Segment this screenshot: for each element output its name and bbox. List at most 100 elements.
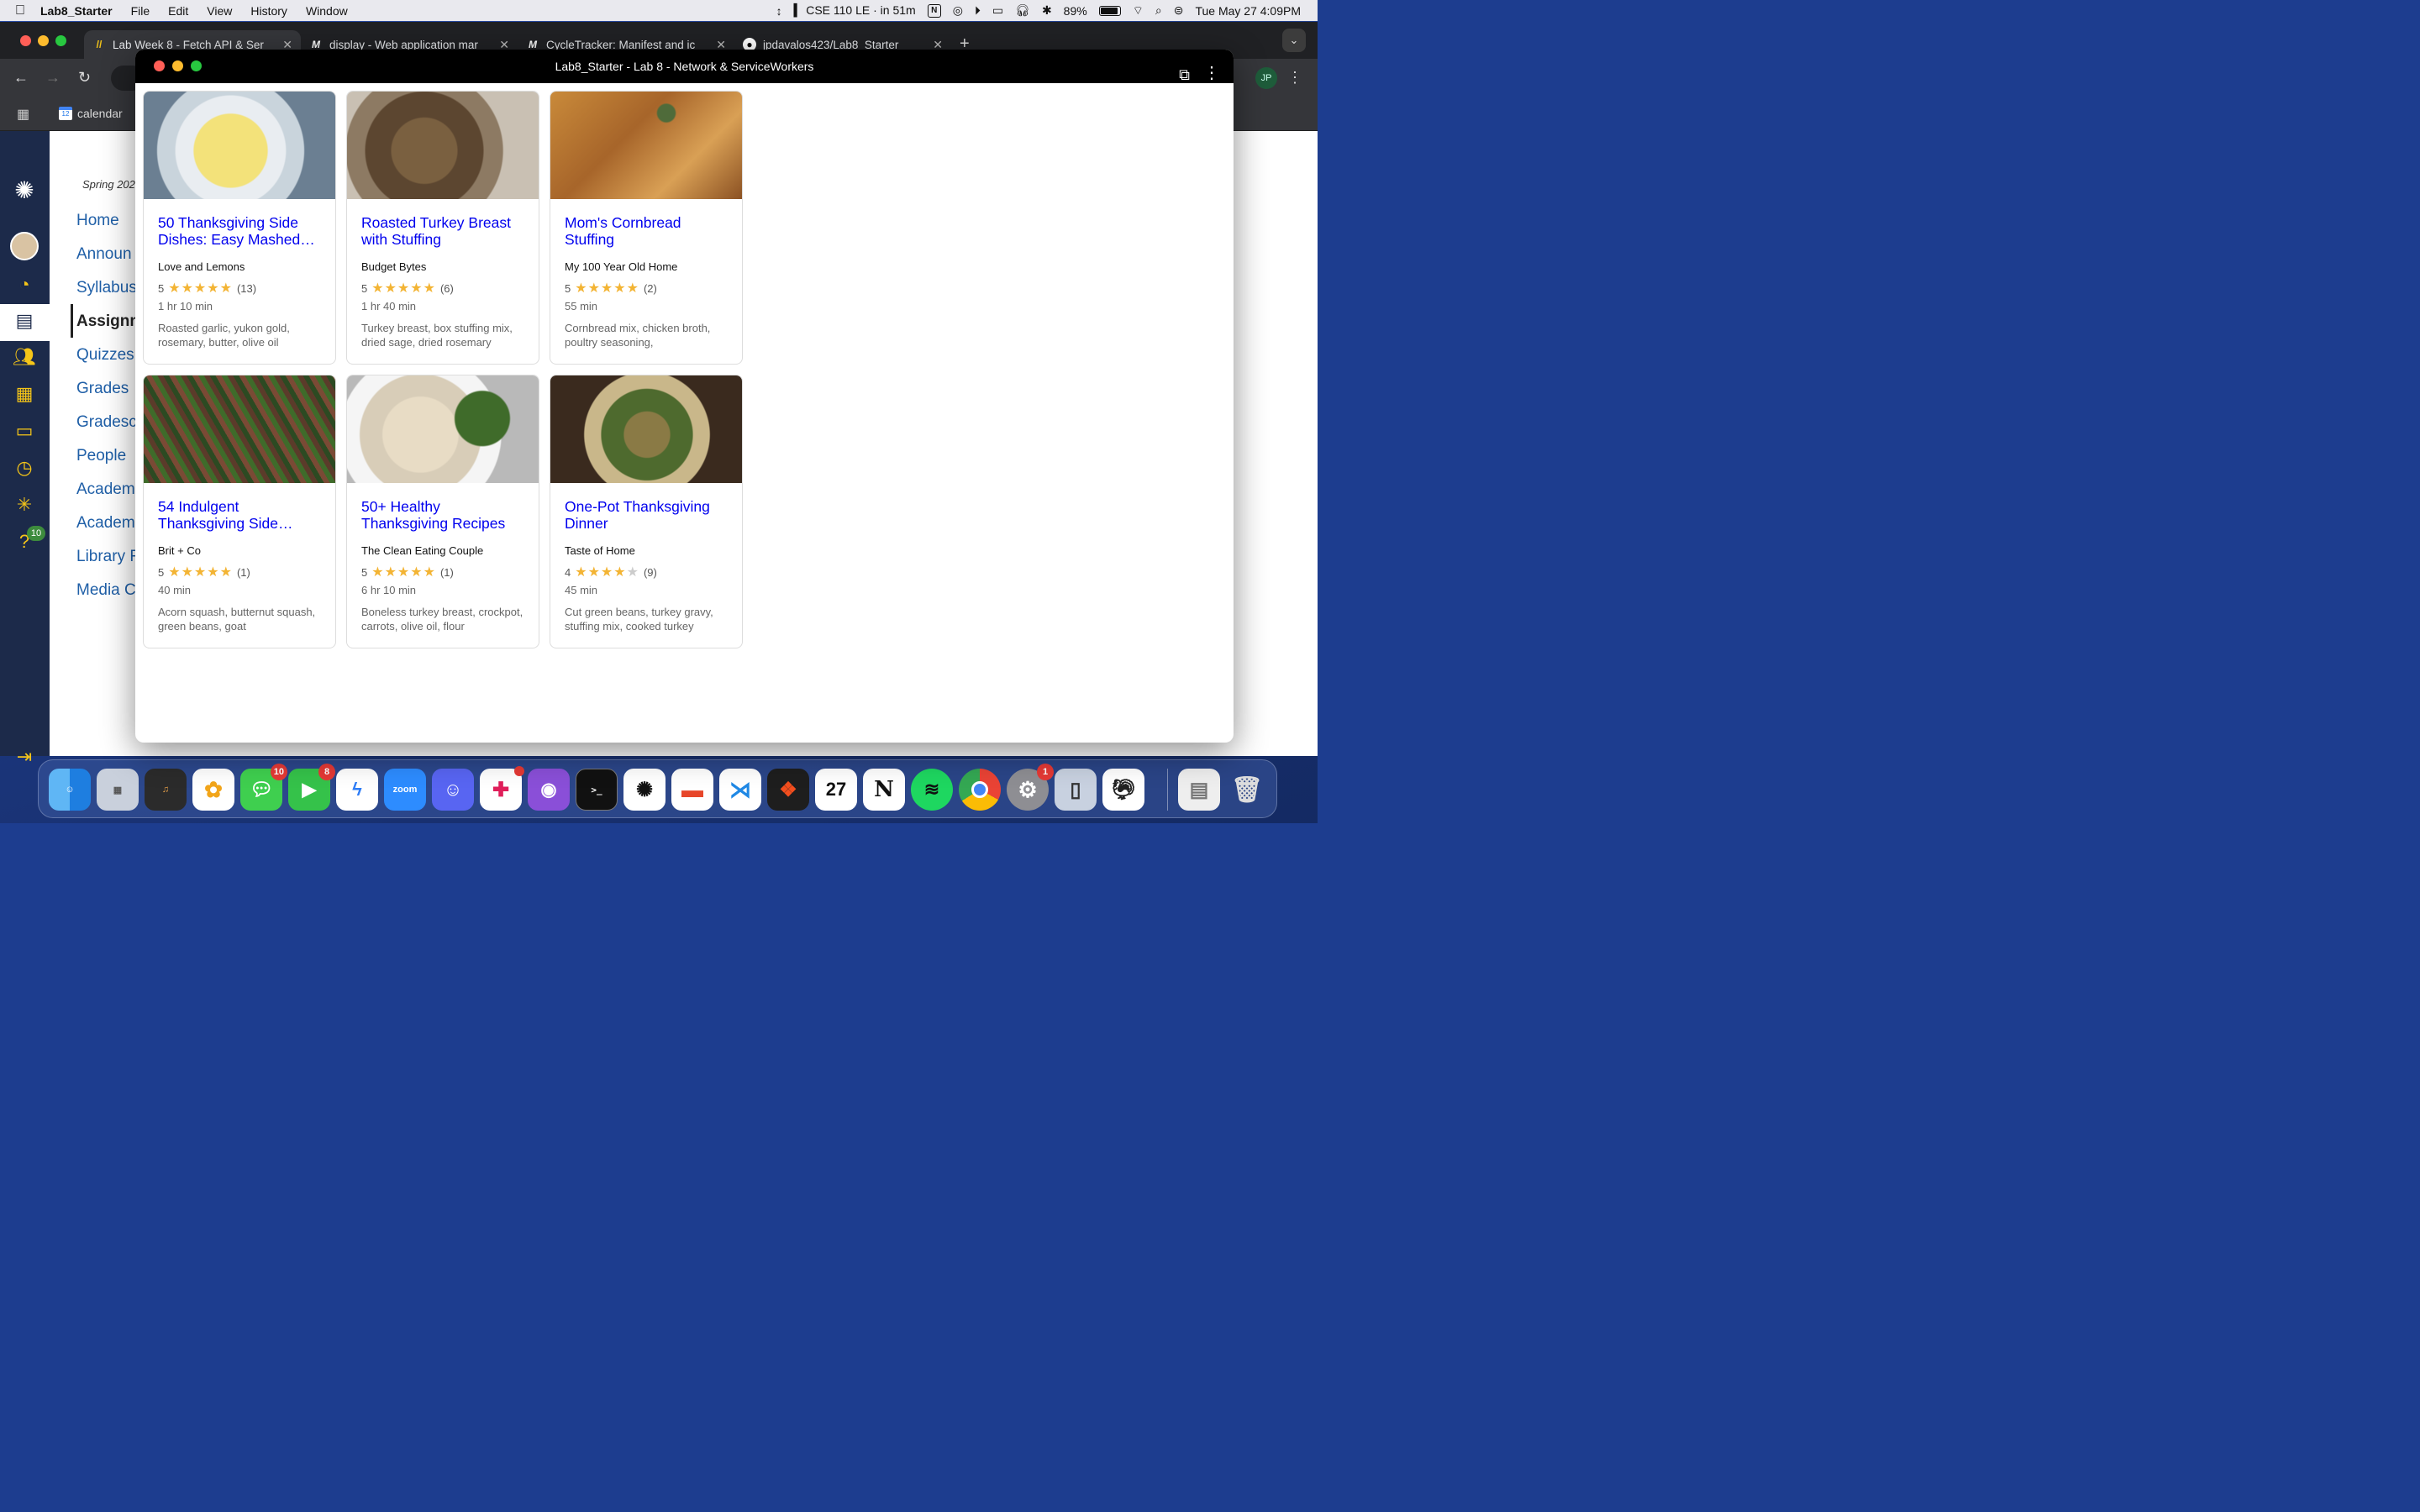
recipe-title[interactable]: Mom's Cornbread Stuffing [565,214,729,249]
forward-icon[interactable]: → [45,69,60,87]
settings-icon[interactable]: ⚙ 1 [1007,764,1054,811]
zoom-icon[interactable]: zoom [384,769,426,811]
garageband-icon[interactable]: ♫ [145,769,187,811]
extensions-icon[interactable]: ⧉ [1179,58,1190,92]
play-icon[interactable]: ⏵ [975,3,981,18]
recipe-card[interactable]: 50 Thanksgiving Side Dishes: Easy Mashed… [143,91,336,365]
nav-academic-2[interactable]: Academ [76,514,135,533]
recipe-title[interactable]: 50 Thanksgiving Side Dishes: Easy Mashed… [158,214,323,249]
photos-icon[interactable]: ✿ [192,769,234,811]
minimize-window-button[interactable] [172,60,183,71]
calendar-status[interactable]: ▍ CSE 110 LE · in 51m [794,3,916,18]
minimize-window-button[interactable] [38,35,49,46]
turkey-app-icon[interactable]: 🦃︎ [1102,769,1144,811]
recipe-title[interactable]: 50+ Healthy Thanksgiving Recipes [361,498,526,533]
resize-icon[interactable]: ↕ [776,4,782,18]
menu-edit[interactable]: Edit [168,4,188,18]
groups-icon[interactable]: 👥︎ [12,346,37,371]
profile-avatar[interactable]: JP [1255,67,1277,89]
calendar-status-text: CSE 110 LE · in 51m [806,3,916,17]
menu-view[interactable]: View [207,4,232,18]
recipe-card[interactable]: 54 Indulgent Thanksgiving Side… Brit + C… [143,375,336,648]
facetime-icon[interactable]: ▶ 8 [288,764,335,811]
preview-icon[interactable]: ▤ [1178,769,1220,811]
chrome-menu-icon[interactable]: ⋮ [1287,69,1302,87]
menu-history[interactable]: History [250,4,287,18]
recipe-title[interactable]: 54 Indulgent Thanksgiving Side… [158,498,323,533]
nav-people[interactable]: People [76,447,126,465]
inbox-icon[interactable]: ▭ [12,420,37,445]
terminal-icon[interactable]: >_ [576,769,618,811]
clock[interactable]: Tue May 27 4:09PM [1195,4,1301,18]
nav-quizzes[interactable]: Quizzes [76,346,134,365]
close-window-button[interactable] [154,60,165,71]
figma-icon[interactable]: ❖ [767,769,809,811]
calendar-app-icon[interactable]: 27 [815,769,857,811]
recipe-title[interactable]: One-Pot Thanksgiving Dinner [565,498,729,533]
nav-home[interactable]: Home [76,212,119,230]
zoom-window-button[interactable] [191,60,202,71]
recipe-rating: 5 ★★★★★ (1) [361,564,454,580]
recipe-card[interactable]: Mom's Cornbread Stuffing My 100 Year Old… [550,91,743,365]
star-rating-icon: ★★★★★ [371,565,436,580]
nav-grades[interactable]: Grades [76,380,129,398]
courses-icon[interactable]: ▤ [12,310,37,335]
nav-media[interactable]: Media C [76,581,136,600]
wifi-icon[interactable]: ⌔ [1133,3,1144,18]
nav-assignments[interactable]: Assignm [76,312,144,331]
vscode-icon[interactable]: ⋊ [719,769,761,811]
airdrop-icon[interactable]: ◎ [953,3,963,18]
nav-gradescope[interactable]: Gradesc [76,413,137,432]
chatgpt-icon[interactable]: ✺ [623,769,666,811]
launchpad-icon[interactable]: ▦ [97,769,139,811]
collapse-nav-icon[interactable]: ⇥ [12,746,37,771]
nav-announcements[interactable]: Announ [76,245,132,264]
studio-icon[interactable]: ✳ [12,494,37,519]
headphones-icon[interactable]: 🎧︎ [1015,3,1030,18]
notion-app-icon[interactable]: N [863,769,905,811]
canvas-logo-icon[interactable]: ✺ [12,176,37,203]
apps-grid-icon[interactable]: ▦ [17,106,29,123]
apple-icon[interactable]:  [0,3,40,18]
recipe-title[interactable]: Roasted Turkey Breast with Stuffing [361,214,526,249]
zoom-window-button[interactable] [55,35,66,46]
tab-search-button[interactable]: ⌄ [1282,29,1306,52]
chrome-icon[interactable] [959,769,1001,811]
back-icon[interactable]: ← [13,69,29,87]
github-desktop-icon[interactable]: ◉ [528,769,570,811]
nav-syllabus[interactable]: Syllabus [76,279,137,297]
reload-icon[interactable]: ↻ [78,69,91,87]
stage-manager-icon[interactable]: ▭ [992,3,1003,18]
menu-file[interactable]: File [131,4,150,18]
trash-icon[interactable]: 🗑︎ [1226,769,1268,811]
bookmark-calendar[interactable]: 12 calendar [59,107,123,120]
discord-icon[interactable]: ☺ [432,769,474,811]
finder-icon[interactable]: ☺ [49,769,91,811]
close-window-button[interactable] [20,35,31,46]
rating-count: (1) [236,565,250,579]
recipe-card[interactable]: 50+ Healthy Thanksgiving Recipes The Cle… [346,375,539,648]
calendar-icon[interactable]: ▦ [12,383,37,408]
messenger-icon[interactable]: ϟ [336,769,378,811]
menu-window[interactable]: Window [306,4,348,18]
spotlight-icon[interactable]: ⌕ [1155,3,1162,18]
bluetooth-icon[interactable]: ✱ [1042,3,1052,18]
messages-icon[interactable]: 💬︎ 10 [240,764,287,811]
history-icon[interactable]: ◷ [12,457,37,482]
nav-academic-1[interactable]: Academ [76,480,135,499]
app-menu-icon[interactable]: ⋮ [1203,56,1220,90]
recipe-card[interactable]: One-Pot Thanksgiving Dinner Taste of Hom… [550,375,743,648]
slack-icon[interactable]: ✚ [480,766,524,811]
menu-app-name[interactable]: Lab8_Starter [40,4,113,18]
notion-icon[interactable]: N [927,3,941,18]
recipe-card[interactable]: Roasted Turkey Breast with Stuffing Budg… [346,91,539,365]
battery-icon[interactable] [1098,5,1121,16]
iphone-mirroring-icon[interactable]: ▯ [1055,769,1097,811]
canvas-global-nav: ✺ ◔ ▤ 👥︎ ▦ ▭ ◷ ✳ ? 10 ⇥ [0,131,50,767]
account-avatar[interactable] [10,232,39,260]
nav-library[interactable]: Library F [76,548,139,566]
dashboard-icon[interactable]: ◔ [12,274,37,299]
control-center-icon[interactable]: ⊜ [1174,3,1184,18]
spotify-icon[interactable]: ≋ [911,769,953,811]
slides-icon[interactable]: ▬ [671,769,713,811]
